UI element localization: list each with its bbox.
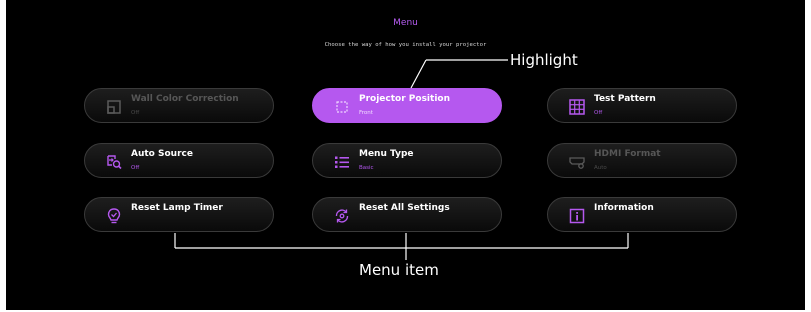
highlight-callout-label: Highlight [510, 51, 578, 69]
highlight-leader-line [410, 59, 427, 89]
menu-item-callout-label: Menu item [359, 261, 439, 279]
